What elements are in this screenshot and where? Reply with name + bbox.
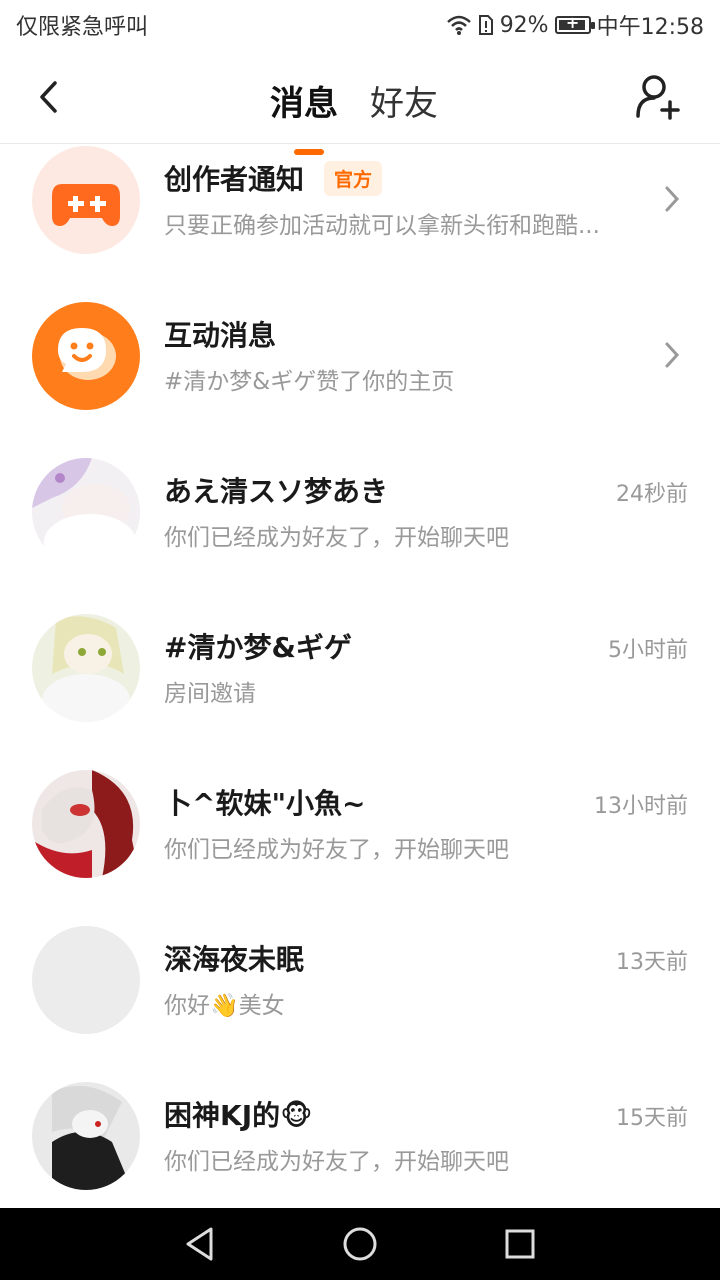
conversation-name: 卜^软妹"小魚~	[164, 787, 366, 820]
tab-messages[interactable]: 消息	[270, 76, 338, 155]
status-icons: 92% + 中午12:58	[446, 9, 704, 41]
conversation-preview: 你好👋美女	[164, 993, 285, 1019]
chevron-left-icon	[40, 81, 57, 113]
conversation-item[interactable]: #清か梦&ギゲ 5小时前 房间邀请	[0, 614, 720, 770]
conversation-time: 15天前	[616, 1106, 688, 1131]
system-nav-bar	[0, 1208, 720, 1280]
clock: 中午12:58	[596, 15, 704, 40]
add-friend-button[interactable]	[634, 72, 684, 122]
back-triangle-icon	[186, 1227, 213, 1261]
conversation-name: #清か梦&ギゲ	[164, 631, 352, 664]
conversation-preview: 你们已经成为好友了，开始聊天吧	[164, 1149, 509, 1175]
conversation-preview: 你们已经成为好友了，开始聊天吧	[164, 525, 509, 551]
status-bar: 仅限紧急呼叫 92% + 中午12:58	[0, 0, 720, 50]
wifi-icon	[446, 15, 471, 35]
battery-icon: +	[554, 13, 595, 34]
carrier-text: 仅限紧急呼叫	[16, 15, 149, 40]
gamepad-icon	[32, 146, 140, 254]
conversation-item-creator-notice[interactable]: 创作者通知 官方 只要正确参加活动就可以拿新头衔和跑酷...	[0, 146, 720, 302]
conversation-preview: 只要正确参加活动就可以拿新头衔和跑酷...	[164, 213, 600, 239]
conversation-item[interactable]: 卜^软妹"小魚~ 13小时前 你们已经成为好友了，开始聊天吧	[0, 770, 720, 926]
conversation-item[interactable]: あえ清スソ梦あき 24秒前 你们已经成为好友了，开始聊天吧	[0, 458, 720, 614]
recents-square-icon	[505, 1229, 535, 1259]
conversation-preview: #清か梦&ギゲ赞了你的主页	[164, 369, 455, 395]
conversation-item[interactable]: 深海夜未眠 13天前 你好👋美女	[0, 926, 720, 1082]
avatar	[32, 770, 140, 878]
back-button[interactable]	[26, 72, 70, 122]
conversation-time: 13小时前	[594, 794, 688, 819]
conversation-item[interactable]: 困神KJ的🐵 15天前 你们已经成为好友了，开始聊天吧	[0, 1082, 720, 1208]
chevron-right-icon	[665, 186, 680, 212]
nav-recents-button[interactable]	[496, 1220, 544, 1268]
battery-percent: 92%	[499, 12, 549, 38]
conversation-name: 互动消息	[164, 319, 277, 352]
conversation-time: 24秒前	[616, 482, 688, 507]
nav-home-button[interactable]	[336, 1220, 384, 1268]
conversation-name: あえ清スソ梦あき	[164, 475, 389, 508]
avatar	[32, 926, 140, 1034]
official-badge: 官方	[324, 160, 383, 196]
home-circle-icon	[343, 1227, 377, 1261]
chevron-right-icon	[665, 342, 680, 368]
tab-friends[interactable]: 好友	[370, 76, 438, 125]
conversation-preview: 你们已经成为好友了，开始聊天吧	[164, 837, 509, 863]
nav-back-button[interactable]	[176, 1220, 224, 1268]
conversation-preview: 房间邀请	[164, 681, 256, 707]
avatar	[32, 458, 140, 566]
avatar	[32, 614, 140, 722]
tab-bar: 消息 好友	[270, 76, 438, 155]
conversation-item-interactions[interactable]: 互动消息 #清か梦&ギゲ赞了你的主页	[0, 302, 720, 458]
conversation-name: 深海夜未眠	[164, 943, 305, 976]
conversation-name: 困神KJ的🐵	[164, 1099, 313, 1132]
conversation-list: 创作者通知 官方 只要正确参加活动就可以拿新头衔和跑酷... 互动消息 #清か梦…	[0, 144, 720, 1208]
conversation-time: 13天前	[616, 950, 688, 975]
chat-bubble-icon	[32, 302, 140, 410]
conversation-name: 创作者通知	[164, 163, 305, 196]
avatar	[32, 1082, 140, 1190]
header: 消息 好友	[0, 50, 720, 155]
conversation-time: 5小时前	[608, 638, 688, 663]
sim-icon	[478, 15, 493, 35]
add-user-icon	[636, 75, 680, 120]
